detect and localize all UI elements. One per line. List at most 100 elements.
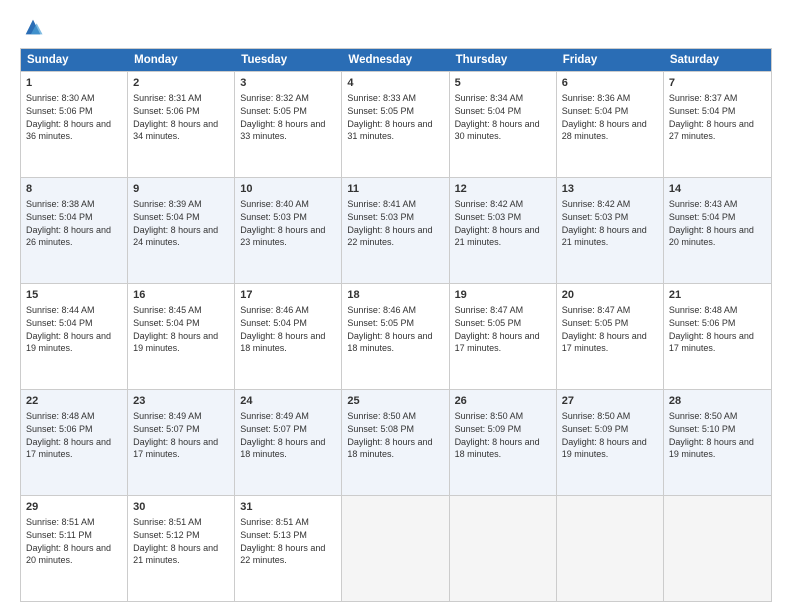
sunset-label: Sunset: 5:04 PM bbox=[133, 212, 200, 222]
sunrise-label: Sunrise: 8:51 AM bbox=[240, 517, 309, 527]
day-number: 2 bbox=[133, 76, 229, 91]
daylight-label: Daylight: 8 hours and 20 minutes. bbox=[669, 225, 754, 248]
sunset-label: Sunset: 5:05 PM bbox=[347, 318, 414, 328]
week-row-5: 29Sunrise: 8:51 AMSunset: 5:11 PMDayligh… bbox=[21, 495, 771, 601]
sunset-label: Sunset: 5:04 PM bbox=[669, 212, 736, 222]
sunrise-label: Sunrise: 8:49 AM bbox=[240, 411, 309, 421]
daylight-label: Daylight: 8 hours and 30 minutes. bbox=[455, 119, 540, 142]
daylight-label: Daylight: 8 hours and 17 minutes. bbox=[562, 331, 647, 354]
day-number: 5 bbox=[455, 76, 551, 91]
sunrise-label: Sunrise: 8:50 AM bbox=[669, 411, 738, 421]
sunrise-label: Sunrise: 8:36 AM bbox=[562, 93, 631, 103]
cal-cell: 16 Sunrise: 8:45 AM Sunset: 5:04 PM Dayligh… bbox=[128, 284, 235, 389]
sunrise-label: Sunrise: 8:47 AM bbox=[455, 305, 524, 315]
calendar-header: SundayMondayTuesdayWednesdayThursdayFrid… bbox=[21, 49, 771, 71]
cal-cell: 17Sunrise: 8:46 AMSunset: 5:04 PMDayligh… bbox=[235, 284, 342, 389]
cal-cell bbox=[664, 496, 771, 601]
sunrise-label: Sunrise: 8:47 AM bbox=[562, 305, 631, 315]
daylight-label: Daylight: 8 hours and 18 minutes. bbox=[240, 331, 325, 354]
daylight-label: Daylight: 8 hours and 19 minutes. bbox=[133, 331, 218, 354]
cal-cell: 29Sunrise: 8:51 AMSunset: 5:11 PMDayligh… bbox=[21, 496, 128, 601]
day-number: 28 bbox=[669, 394, 766, 409]
day-number: 30 bbox=[133, 500, 229, 515]
sunset-label: Sunset: 5:04 PM bbox=[26, 212, 93, 222]
cal-cell bbox=[342, 496, 449, 601]
sunset-label: Sunset: 5:04 PM bbox=[562, 106, 629, 116]
sunset-label: Sunset: 5:09 PM bbox=[455, 424, 522, 434]
sunrise-label: Sunrise: 8:51 AM bbox=[133, 517, 202, 527]
cal-cell: 24Sunrise: 8:49 AMSunset: 5:07 PMDayligh… bbox=[235, 390, 342, 495]
calendar: SundayMondayTuesdayWednesdayThursdayFrid… bbox=[20, 48, 772, 602]
sunrise-label: Sunrise: 8:42 AM bbox=[562, 199, 631, 209]
header bbox=[20, 16, 772, 38]
sunset-label: Sunset: 5:05 PM bbox=[562, 318, 629, 328]
day-number: 26 bbox=[455, 394, 551, 409]
sunset-label: Sunset: 5:04 PM bbox=[240, 318, 307, 328]
sunrise-label: Sunrise: 8:51 AM bbox=[26, 517, 95, 527]
daylight-label: Daylight: 8 hours and 21 minutes. bbox=[455, 225, 540, 248]
sunset-label: Sunset: 5:06 PM bbox=[26, 424, 93, 434]
sunset-label: Sunset: 5:03 PM bbox=[240, 212, 307, 222]
sunrise-label: Sunrise: 8:39 AM bbox=[133, 199, 202, 209]
daylight-label: Daylight: 8 hours and 18 minutes. bbox=[347, 331, 432, 354]
daylight-label: Daylight: 8 hours and 27 minutes. bbox=[669, 119, 754, 142]
sunrise-label: Sunrise: 8:43 AM bbox=[669, 199, 738, 209]
sunrise-label: Sunrise: 8:46 AM bbox=[347, 305, 416, 315]
sunrise-label: Sunrise: 8:48 AM bbox=[26, 411, 95, 421]
sunset-label: Sunset: 5:06 PM bbox=[26, 106, 93, 116]
day-number: 3 bbox=[240, 76, 336, 91]
daylight-label: Daylight: 8 hours and 18 minutes. bbox=[240, 437, 325, 460]
cal-cell: 10Sunrise: 8:40 AMSunset: 5:03 PMDayligh… bbox=[235, 178, 342, 283]
day-number: 23 bbox=[133, 394, 229, 409]
day-number: 13 bbox=[562, 182, 658, 197]
daylight-label: Daylight: 8 hours and 17 minutes. bbox=[133, 437, 218, 460]
cal-cell: 20Sunrise: 8:47 AMSunset: 5:05 PMDayligh… bbox=[557, 284, 664, 389]
cal-cell: 30Sunrise: 8:51 AMSunset: 5:12 PMDayligh… bbox=[128, 496, 235, 601]
daylight-label: Daylight: 8 hours and 21 minutes. bbox=[133, 543, 218, 566]
sunset-label: Sunset: 5:07 PM bbox=[133, 424, 200, 434]
daylight-label: Daylight: 8 hours and 36 minutes. bbox=[26, 119, 111, 142]
daylight-label: Daylight: 8 hours and 22 minutes. bbox=[240, 543, 325, 566]
sunset-label: Sunset: 5:04 PM bbox=[133, 318, 200, 328]
cal-cell: 6 Sunrise: 8:36 AM Sunset: 5:04 PM Daylight… bbox=[557, 72, 664, 177]
sunset-label: Sunset: 5:06 PM bbox=[133, 106, 200, 116]
page: SundayMondayTuesdayWednesdayThursdayFrid… bbox=[0, 0, 792, 612]
cal-cell: 26Sunrise: 8:50 AMSunset: 5:09 PMDayligh… bbox=[450, 390, 557, 495]
header-day-thursday: Thursday bbox=[450, 49, 557, 71]
day-number: 6 bbox=[562, 76, 658, 91]
day-number: 16 bbox=[133, 288, 229, 303]
sunset-label: Sunset: 5:04 PM bbox=[26, 318, 93, 328]
sunrise-label: Sunrise: 8:45 AM bbox=[133, 305, 202, 315]
daylight-label: Daylight: 8 hours and 23 minutes. bbox=[240, 225, 325, 248]
header-day-friday: Friday bbox=[557, 49, 664, 71]
cal-cell: 23Sunrise: 8:49 AMSunset: 5:07 PMDayligh… bbox=[128, 390, 235, 495]
sunset-label: Sunset: 5:08 PM bbox=[347, 424, 414, 434]
cal-cell: 9Sunrise: 8:39 AMSunset: 5:04 PMDaylight… bbox=[128, 178, 235, 283]
week-row-4: 22Sunrise: 8:48 AMSunset: 5:06 PMDayligh… bbox=[21, 389, 771, 495]
cal-cell: 3Sunrise: 8:32 AMSunset: 5:05 PMDaylight… bbox=[235, 72, 342, 177]
cal-cell: 1Sunrise: 8:30 AMSunset: 5:06 PMDaylight… bbox=[21, 72, 128, 177]
sunset-label: Sunset: 5:06 PM bbox=[669, 318, 736, 328]
week-row-1: 1Sunrise: 8:30 AMSunset: 5:06 PMDaylight… bbox=[21, 71, 771, 177]
daylight-label: Daylight: 8 hours and 26 minutes. bbox=[26, 225, 111, 248]
header-day-saturday: Saturday bbox=[664, 49, 771, 71]
cal-cell: 25Sunrise: 8:50 AMSunset: 5:08 PMDayligh… bbox=[342, 390, 449, 495]
day-number: 11 bbox=[347, 182, 443, 197]
cal-cell: 31Sunrise: 8:51 AMSunset: 5:13 PMDayligh… bbox=[235, 496, 342, 601]
daylight-label: Daylight: 8 hours and 22 minutes. bbox=[347, 225, 432, 248]
day-number: 18 bbox=[347, 288, 443, 303]
cal-cell: 8Sunrise: 8:38 AMSunset: 5:04 PMDaylight… bbox=[21, 178, 128, 283]
cal-cell bbox=[450, 496, 557, 601]
week-row-3: 15Sunrise: 8:44 AMSunset: 5:04 PMDayligh… bbox=[21, 283, 771, 389]
sunrise-label: Sunrise: 8:46 AM bbox=[240, 305, 309, 315]
daylight-label: Daylight: 8 hours and 19 minutes. bbox=[669, 437, 754, 460]
sunrise-label: Sunrise: 8:34 AM bbox=[455, 93, 524, 103]
header-day-monday: Monday bbox=[128, 49, 235, 71]
sunrise-label: Sunrise: 8:31 AM bbox=[133, 93, 202, 103]
daylight-label: Daylight: 8 hours and 28 minutes. bbox=[562, 119, 647, 142]
logo-icon bbox=[22, 16, 44, 38]
cal-cell: 13Sunrise: 8:42 AMSunset: 5:03 PMDayligh… bbox=[557, 178, 664, 283]
day-number: 21 bbox=[669, 288, 766, 303]
sunset-label: Sunset: 5:05 PM bbox=[455, 318, 522, 328]
sunrise-label: Sunrise: 8:50 AM bbox=[347, 411, 416, 421]
